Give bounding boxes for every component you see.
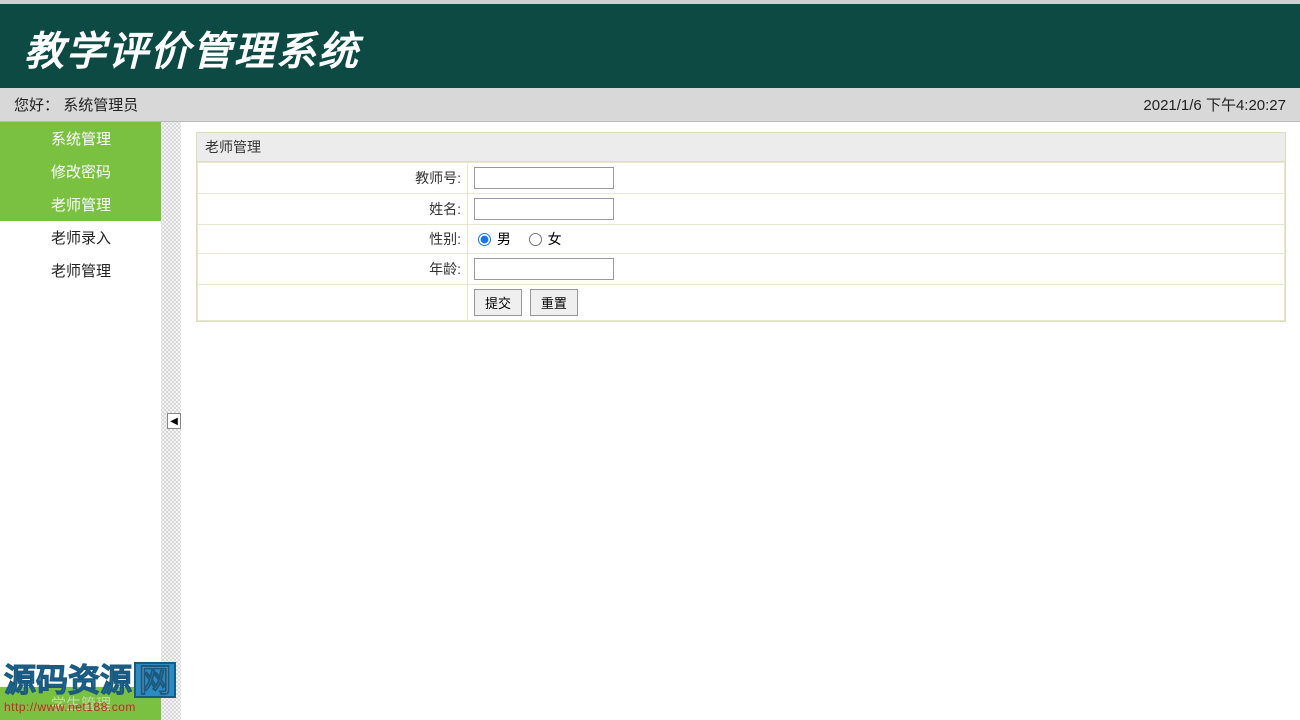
radio-label-male: 男 xyxy=(497,231,511,247)
radio-gender-male[interactable] xyxy=(478,233,491,246)
sidebar-section-password[interactable]: 修改密码 xyxy=(0,155,162,188)
app-header: 教学评价管理系统 xyxy=(0,4,1300,88)
teacher-form-panel: 老师管理 教师号: 姓名: 性别: xyxy=(196,132,1286,322)
form-row-gender: 性别: 男 女 xyxy=(198,225,1285,254)
label-gender: 性别: xyxy=(198,225,468,254)
sidebar: 系统管理 修改密码 老师管理 老师录入 老师管理 学生管理 ◀ xyxy=(0,122,162,720)
greeting: 您好： 系统管理员 xyxy=(14,94,138,115)
input-teacher-id[interactable] xyxy=(474,167,614,189)
form-row-buttons: 提交 重置 xyxy=(198,285,1285,321)
app-title: 教学评价管理系统 xyxy=(24,19,360,77)
timestamp: 2021/1/6 下午4:20:27 xyxy=(1143,94,1286,115)
current-user: 系统管理员 xyxy=(63,97,138,114)
main-content: 老师管理 教师号: 姓名: 性别: xyxy=(162,122,1300,720)
greeting-prefix: 您好： xyxy=(14,97,59,114)
panel-title: 老师管理 xyxy=(197,133,1285,162)
sidebar-section-teacher[interactable]: 老师管理 xyxy=(0,188,162,221)
label-age: 年龄: xyxy=(198,254,468,285)
label-name: 姓名: xyxy=(198,194,468,225)
info-bar: 您好： 系统管理员 2021/1/6 下午4:20:27 xyxy=(0,88,1300,122)
sidebar-item-teacher-add[interactable]: 老师录入 xyxy=(0,221,162,254)
radio-label-female: 女 xyxy=(548,231,562,247)
label-teacher-id: 教师号: xyxy=(198,163,468,194)
submit-button[interactable]: 提交 xyxy=(474,289,522,316)
reset-button[interactable]: 重置 xyxy=(530,289,578,316)
form-row-name: 姓名: xyxy=(198,194,1285,225)
sidebar-item-teacher-manage[interactable]: 老师管理 xyxy=(0,254,162,287)
chevron-left-icon: ◀ xyxy=(170,416,178,427)
input-name[interactable] xyxy=(474,198,614,220)
sidebar-section-system[interactable]: 系统管理 xyxy=(0,122,162,155)
body-wrap: 系统管理 修改密码 老师管理 老师录入 老师管理 学生管理 ◀ 老师管理 教师号… xyxy=(0,122,1300,720)
form-row-age: 年龄: xyxy=(198,254,1285,285)
sidebar-section-student[interactable]: 学生管理 xyxy=(0,687,162,720)
teacher-form: 教师号: 姓名: 性别: 男 xyxy=(197,162,1285,321)
sidebar-collapse-handle[interactable]: ◀ xyxy=(167,413,181,429)
form-row-teacher-id: 教师号: xyxy=(198,163,1285,194)
radio-gender-female[interactable] xyxy=(529,233,542,246)
input-age[interactable] xyxy=(474,258,614,280)
